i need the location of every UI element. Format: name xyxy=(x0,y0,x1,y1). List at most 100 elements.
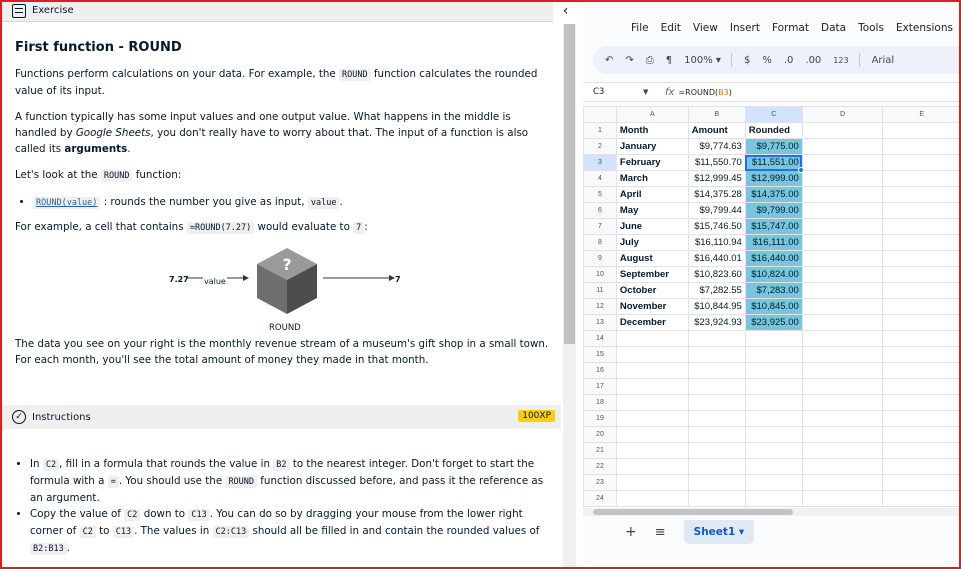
row-header[interactable]: 22 xyxy=(583,458,617,475)
grid-cell[interactable] xyxy=(882,154,961,171)
grid-cell[interactable] xyxy=(882,410,961,427)
grid-cell[interactable] xyxy=(801,122,884,139)
grid-cell[interactable]: May xyxy=(615,202,689,219)
grid-cell[interactable] xyxy=(882,218,961,235)
grid-cell[interactable] xyxy=(744,410,803,427)
grid-cell[interactable] xyxy=(615,410,689,427)
grid-cell[interactable] xyxy=(882,330,961,347)
grid-cell[interactable]: $15,747.00 xyxy=(744,218,803,235)
grid-cell[interactable] xyxy=(882,362,961,379)
grid-cell[interactable] xyxy=(615,442,689,459)
grid-cell[interactable] xyxy=(687,410,746,427)
spreadsheet-grid[interactable]: A B C D E 1 Month Amount Rounded 2 January $9,… xyxy=(583,106,961,511)
grid-cell[interactable]: September xyxy=(615,266,689,283)
grid-cell[interactable] xyxy=(615,474,689,491)
grid-cell[interactable] xyxy=(801,490,884,507)
grid-cell[interactable]: April xyxy=(615,186,689,203)
grid-cell[interactable] xyxy=(744,490,803,507)
grid-cell[interactable] xyxy=(615,330,689,347)
grid-cell[interactable]: $10,845.00 xyxy=(744,298,803,315)
grid-cell[interactable] xyxy=(882,170,961,187)
grid-cell[interactable] xyxy=(801,186,884,203)
grid-cell[interactable] xyxy=(801,170,884,187)
grid-cell[interactable] xyxy=(801,378,884,395)
corner-cell[interactable] xyxy=(583,106,617,123)
row-header[interactable]: 24 xyxy=(583,490,617,507)
grid-cell[interactable] xyxy=(744,426,803,443)
row-header[interactable]: 16 xyxy=(583,362,617,379)
row-header[interactable]: 6 xyxy=(583,202,617,219)
grid-cell[interactable]: $14,375.00 xyxy=(744,186,803,203)
row-header[interactable]: 20 xyxy=(583,426,617,443)
grid-cell[interactable] xyxy=(687,426,746,443)
menu-edit[interactable]: Edit xyxy=(661,22,681,40)
grid-cell[interactable]: $16,440.01 xyxy=(687,250,746,267)
grid-cell[interactable] xyxy=(801,442,884,459)
grid-cell[interactable] xyxy=(687,490,746,507)
grid-cell[interactable] xyxy=(615,490,689,507)
grid-cell[interactable] xyxy=(687,330,746,347)
row-header[interactable]: 3 xyxy=(583,154,617,171)
grid-cell[interactable] xyxy=(882,442,961,459)
chevron-down-icon[interactable]: ▼ xyxy=(643,88,663,96)
grid-cell[interactable] xyxy=(801,474,884,491)
row-header[interactable]: 12 xyxy=(583,298,617,315)
menu-extensions[interactable]: Extensions xyxy=(896,22,953,40)
grid-cell[interactable]: $16,440.00 xyxy=(744,250,803,267)
grid-cell[interactable]: $12,999.00 xyxy=(744,170,803,187)
row-header[interactable]: 2 xyxy=(583,138,617,155)
row-header[interactable]: 15 xyxy=(583,346,617,363)
grid-cell[interactable] xyxy=(801,410,884,427)
grid-cell[interactable] xyxy=(615,394,689,411)
grid-cell[interactable] xyxy=(744,458,803,475)
increase-decimal-button[interactable]: .00 xyxy=(805,55,821,66)
menu-format[interactable]: Format xyxy=(772,22,809,40)
grid-cell[interactable] xyxy=(744,346,803,363)
row-header[interactable]: 19 xyxy=(583,410,617,427)
grid-cell[interactable] xyxy=(801,282,884,299)
round-doc-link[interactable]: ROUND(value) xyxy=(33,197,101,209)
grid-cell[interactable] xyxy=(801,426,884,443)
row-header[interactable]: 10 xyxy=(583,266,617,283)
font-select[interactable]: Arial xyxy=(872,55,895,66)
grid-cell[interactable]: June xyxy=(615,218,689,235)
fill-handle[interactable] xyxy=(798,166,805,173)
grid-cell[interactable] xyxy=(687,378,746,395)
grid-cell[interactable] xyxy=(882,202,961,219)
grid-cell[interactable] xyxy=(687,362,746,379)
grid-cell[interactable]: $23,924.93 xyxy=(687,314,746,331)
zoom-select[interactable]: 100% ▾ xyxy=(684,55,721,66)
menu-tools[interactable]: Tools xyxy=(858,22,884,40)
grid-cell[interactable]: $10,823.60 xyxy=(687,266,746,283)
grid-cell[interactable] xyxy=(801,330,884,347)
grid-cell[interactable] xyxy=(744,330,803,347)
row-header[interactable]: 13 xyxy=(583,314,617,331)
grid-cell[interactable] xyxy=(744,394,803,411)
grid-cell[interactable] xyxy=(687,346,746,363)
grid-cell[interactable] xyxy=(801,266,884,283)
grid-cell[interactable]: November xyxy=(615,298,689,315)
grid-cell[interactable]: $9,799.00 xyxy=(744,202,803,219)
percent-button[interactable]: % xyxy=(762,55,772,66)
grid-cell[interactable]: October xyxy=(615,282,689,299)
name-box[interactable]: C3 xyxy=(583,87,643,97)
grid-cell[interactable] xyxy=(744,378,803,395)
grid-cell[interactable] xyxy=(882,346,961,363)
grid-cell[interactable] xyxy=(801,234,884,251)
column-header[interactable]: C xyxy=(744,106,803,123)
panel-scrollbar[interactable] xyxy=(563,24,576,569)
row-header[interactable]: 4 xyxy=(583,170,617,187)
grid-cell[interactable] xyxy=(801,298,884,315)
grid-cell[interactable]: $7,283.00 xyxy=(744,282,803,299)
cell-table[interactable]: A B C D E 1 Month Amount Rounded 2 January $9,… xyxy=(583,106,961,507)
grid-cell[interactable]: $16,111.00 xyxy=(744,234,803,251)
grid-cell[interactable] xyxy=(882,426,961,443)
grid-cell[interactable] xyxy=(687,394,746,411)
horizontal-scrollbar[interactable] xyxy=(583,508,961,516)
grid-cell[interactable] xyxy=(882,298,961,315)
grid-cell[interactable] xyxy=(801,154,884,171)
column-header[interactable]: B xyxy=(687,106,746,123)
grid-cell[interactable]: $9,799.44 xyxy=(687,202,746,219)
grid-cell[interactable] xyxy=(882,234,961,251)
scrollbar-thumb[interactable] xyxy=(564,24,575,344)
